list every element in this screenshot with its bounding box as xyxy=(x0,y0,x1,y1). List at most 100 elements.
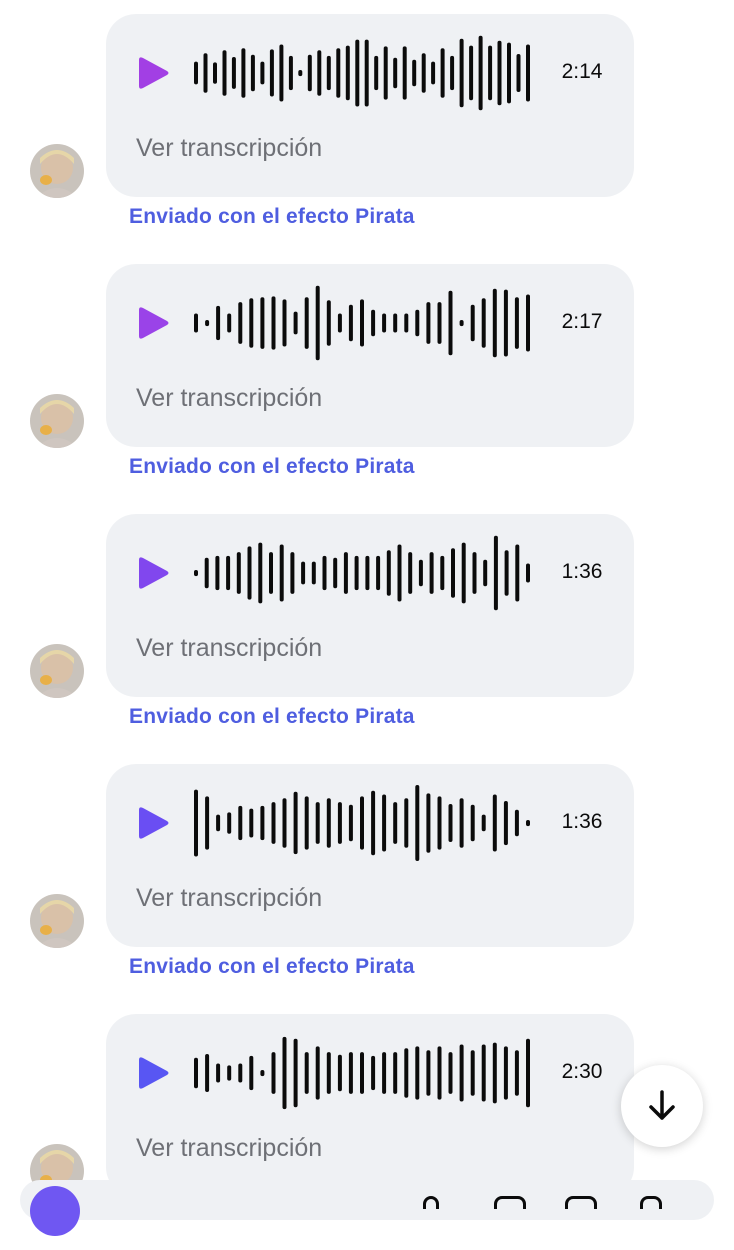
waveform-bar xyxy=(451,548,455,598)
waveform-bar xyxy=(337,313,342,333)
avatar[interactable] xyxy=(30,144,84,198)
waveform[interactable] xyxy=(192,783,532,863)
waveform-bar xyxy=(355,39,360,107)
waveform-bar xyxy=(227,1065,232,1081)
waveform-bar xyxy=(326,1052,331,1094)
microphone-icon[interactable] xyxy=(423,1196,439,1209)
sticker-icon[interactable] xyxy=(565,1196,597,1209)
view-transcription-link[interactable]: Ver transcripción xyxy=(136,634,322,663)
voice-duration: 2:14 xyxy=(561,60,603,83)
waveform-bar xyxy=(516,54,521,92)
view-transcription-link[interactable]: Ver transcripción xyxy=(136,1134,322,1163)
waveform-bar xyxy=(503,289,508,357)
waveform-bar xyxy=(337,1054,342,1092)
effect-label: Enviado con el efecto Pirata xyxy=(129,705,415,728)
waveform-bar xyxy=(450,55,455,91)
waveform-bar xyxy=(526,1038,530,1108)
waveform[interactable] xyxy=(192,1033,532,1113)
waveform-bar xyxy=(504,550,509,596)
play-icon[interactable] xyxy=(134,555,170,591)
waveform-bar xyxy=(440,555,445,591)
waveform-bar xyxy=(260,297,265,349)
waveform-bar xyxy=(205,796,210,850)
waveform-bar xyxy=(415,309,420,337)
waveform-bar xyxy=(503,1046,508,1100)
waveform-bar xyxy=(507,42,511,104)
avatar[interactable] xyxy=(30,394,84,448)
scroll-to-bottom-button[interactable] xyxy=(621,1065,703,1147)
effect-label: Enviado con el efecto Pirata xyxy=(129,955,415,978)
view-transcription-link[interactable]: Ver transcripción xyxy=(136,134,322,163)
waveform-bar xyxy=(526,820,530,827)
waveform-bar xyxy=(448,1052,453,1094)
waveform-bar xyxy=(526,44,530,102)
waveform-bar xyxy=(249,1055,254,1091)
waveform-bar xyxy=(402,46,407,100)
waveform-bar xyxy=(326,55,331,91)
waveform-bar xyxy=(290,552,295,594)
waveform-bar xyxy=(408,552,413,594)
waveform-bar xyxy=(426,793,431,853)
waveform-bar xyxy=(348,304,353,342)
waveform-bar xyxy=(397,544,402,602)
waveform-bar xyxy=(307,54,312,92)
waveform-bar xyxy=(269,552,273,594)
waveform-bar xyxy=(437,796,442,850)
waveform[interactable] xyxy=(192,33,532,113)
play-icon[interactable] xyxy=(134,1055,170,1091)
waveform-bar xyxy=(426,1050,431,1096)
waveform-bar xyxy=(271,802,276,844)
waveform-bar xyxy=(426,302,431,344)
waveform-bar xyxy=(382,1052,387,1094)
view-transcription-link[interactable]: Ver transcripción xyxy=(136,884,322,913)
waveform-bar xyxy=(448,290,453,356)
waveform-bar xyxy=(216,1063,221,1083)
waveform-bar xyxy=(382,313,387,333)
avatar[interactable] xyxy=(30,894,84,948)
waveform-bar xyxy=(288,55,293,91)
waveform-bar xyxy=(393,802,398,844)
waveform-bar xyxy=(481,1044,486,1102)
waveform[interactable] xyxy=(192,283,532,363)
waveform-bar xyxy=(492,1042,497,1104)
add-icon[interactable] xyxy=(640,1196,662,1209)
voice-duration: 2:17 xyxy=(561,310,603,333)
waveform-bar xyxy=(459,38,464,108)
waveform-bar xyxy=(222,50,227,96)
waveform-bar xyxy=(429,552,434,594)
waveform-bar xyxy=(194,570,198,577)
waveform-bar xyxy=(203,53,208,93)
waveform-bar xyxy=(247,546,252,600)
waveform[interactable] xyxy=(192,533,532,613)
waveform-bar xyxy=(459,798,464,848)
waveform-bar xyxy=(514,809,519,837)
effect-label: Enviado con el efecto Pirata xyxy=(129,455,415,478)
waveform-bar xyxy=(365,555,370,591)
waveform-bar xyxy=(393,1052,398,1094)
waveform-bar xyxy=(271,296,276,350)
waveform-bar xyxy=(437,302,442,344)
waveform-bar xyxy=(213,62,217,84)
waveform-bar xyxy=(315,1046,320,1100)
waveform-bar xyxy=(360,1052,364,1094)
waveform-bar xyxy=(431,61,436,85)
play-icon[interactable] xyxy=(134,805,170,841)
avatar[interactable] xyxy=(30,644,84,698)
play-icon[interactable] xyxy=(134,55,170,91)
waveform-bar xyxy=(227,313,232,333)
waveform-bar xyxy=(526,563,530,583)
image-icon[interactable] xyxy=(494,1196,526,1209)
waveform-bar xyxy=(311,561,316,585)
waveform-bar xyxy=(194,61,198,85)
voice-message: 2:14 Ver transcripción Enviado con el ef… xyxy=(0,0,734,250)
waveform-bar xyxy=(215,555,220,591)
message-input[interactable] xyxy=(20,1180,714,1220)
camera-button[interactable] xyxy=(30,1186,80,1236)
waveform-bar xyxy=(315,285,320,361)
play-icon[interactable] xyxy=(134,305,170,341)
waveform-bar xyxy=(336,48,341,98)
waveform-bar xyxy=(386,550,391,596)
waveform-bar xyxy=(315,802,320,844)
view-transcription-link[interactable]: Ver transcripción xyxy=(136,384,322,413)
waveform-bar xyxy=(260,805,265,841)
